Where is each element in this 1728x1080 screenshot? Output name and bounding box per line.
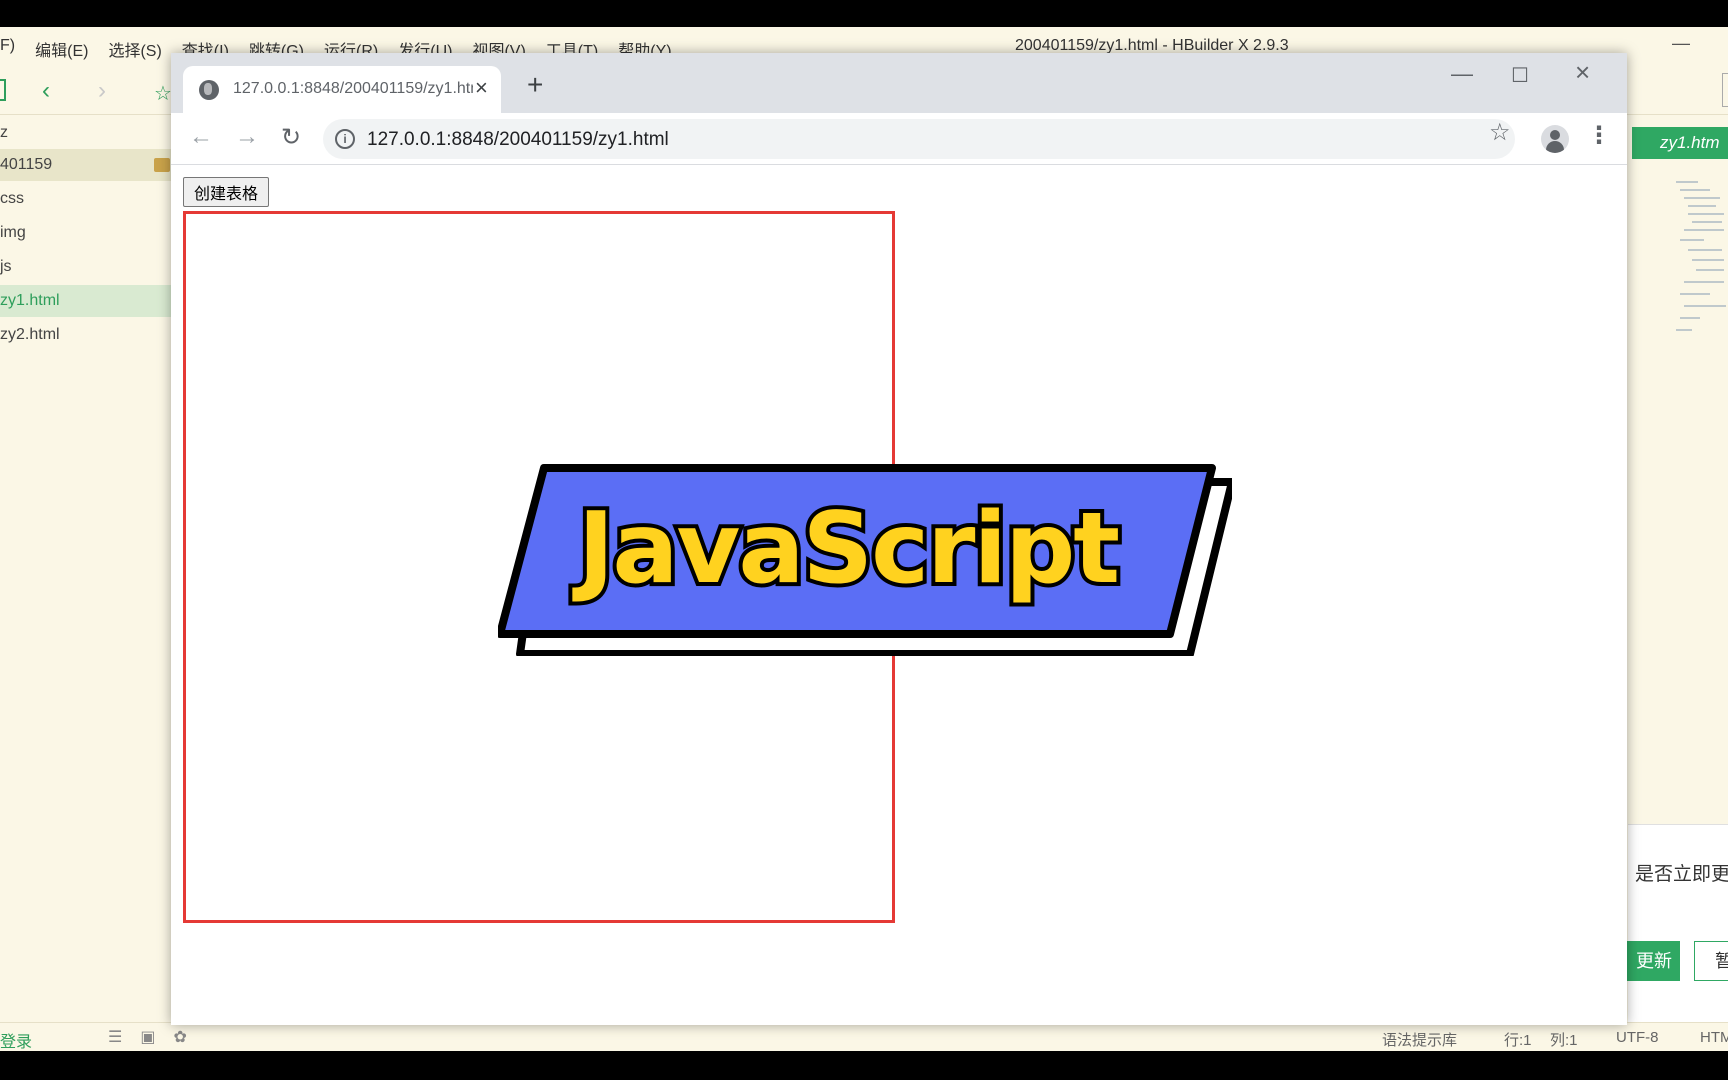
tree-project[interactable]: 401159 xyxy=(0,149,172,181)
maximize-icon[interactable]: ☐ xyxy=(1511,63,1529,88)
badge-label: JavaScript xyxy=(574,488,1124,610)
project-tree: z 401159 css img js zy1.html zy2.html xyxy=(0,115,172,1015)
back-icon[interactable]: ‹ xyxy=(42,77,50,105)
profile-icon[interactable] xyxy=(1541,125,1569,153)
login-link[interactable]: 登录 xyxy=(0,1028,32,1052)
update-button[interactable]: 更新 xyxy=(1620,941,1680,981)
url-text[interactable]: 127.0.0.1:8848/200401159/zy1.html xyxy=(367,129,669,151)
later-button[interactable]: 暂 xyxy=(1694,941,1728,981)
palette-icon[interactable]: ✿ xyxy=(173,1029,204,1046)
screen: F) 编辑(E) 选择(S) 查找(I) 跳转(G) 运行(R) 发行(U) 视图(V) 工具(… xyxy=(0,0,1728,1080)
globe-icon xyxy=(199,80,219,100)
tree-project-label: 401159 xyxy=(0,156,53,173)
list-icon[interactable]: ☰ xyxy=(108,1029,140,1046)
update-prompt: 是否立即更 xyxy=(1635,864,1728,885)
cursor-line: 行:1 xyxy=(1504,1032,1532,1049)
tree-root[interactable]: z xyxy=(0,117,172,149)
menu-item[interactable]: 编辑(E) xyxy=(35,37,88,61)
toolbar-box xyxy=(1722,73,1728,107)
new-tab-icon[interactable]: + xyxy=(527,69,543,101)
tab-strip: 127.0.0.1:8848/200401159/zy1.html × + — … xyxy=(171,53,1627,113)
forward-icon[interactable]: → xyxy=(235,123,259,151)
syntax-lib[interactable]: 语法提示库 xyxy=(1382,1029,1457,1050)
tree-folder-js[interactable]: js xyxy=(0,251,172,283)
tree-file-zy1[interactable]: zy1.html xyxy=(0,285,172,317)
folder-icon xyxy=(154,158,170,172)
tab-title: 127.0.0.1:8848/200401159/zy1.html xyxy=(233,80,473,97)
sidebar-toggle-icon[interactable] xyxy=(0,79,6,101)
terminal-icon[interactable]: ▣ xyxy=(140,1029,173,1046)
javascript-badge: JavaScript xyxy=(498,464,1232,656)
close-tab-icon[interactable]: × xyxy=(475,75,488,101)
cursor-col: 列:1 xyxy=(1550,1032,1578,1049)
tree-folder-img[interactable]: img xyxy=(0,217,172,249)
info-icon[interactable]: i xyxy=(335,129,355,149)
address-bar[interactable]: i 127.0.0.1:8848/200401159/zy1.html xyxy=(323,119,1515,159)
menu-item[interactable]: F) xyxy=(0,37,15,61)
browser-tab[interactable]: 127.0.0.1:8848/200401159/zy1.html × xyxy=(183,66,501,113)
editor-tab-zy1[interactable]: zy1.htm xyxy=(1632,127,1728,159)
reload-icon[interactable]: ↻ xyxy=(281,123,301,152)
minimap[interactable] xyxy=(1672,177,1728,377)
kebab-menu-icon[interactable]: ⋮ xyxy=(1587,121,1611,150)
minimize-icon[interactable]: — xyxy=(1451,61,1473,87)
letterbox-top xyxy=(0,0,1728,27)
update-panel xyxy=(1628,824,1728,1024)
bookmark-star-icon[interactable]: ☆ xyxy=(1489,118,1511,147)
star-icon[interactable]: ☆ xyxy=(154,81,172,106)
encoding[interactable]: UTF-8 xyxy=(1616,1029,1659,1046)
language[interactable]: HTM xyxy=(1700,1029,1728,1046)
minimize-icon[interactable]: — xyxy=(1672,33,1690,54)
status-icons: ☰▣✿ xyxy=(108,1027,205,1047)
create-table-button[interactable]: 创建表格 xyxy=(183,177,270,207)
close-window-icon[interactable]: × xyxy=(1575,57,1590,88)
letterbox-bottom xyxy=(0,1051,1728,1080)
forward-icon[interactable]: › xyxy=(98,77,106,105)
tree-folder-css[interactable]: css xyxy=(0,183,172,215)
tree-file-zy2[interactable]: zy2.html xyxy=(0,319,172,351)
menu-item[interactable]: 选择(S) xyxy=(108,37,161,61)
back-icon[interactable]: ← xyxy=(189,123,213,151)
statusbar: 登录 ☰▣✿ 语法提示库 行:1 列:1 UTF-8 HTM xyxy=(0,1022,1728,1051)
browser-toolbar: ← → ↻ i 127.0.0.1:8848/200401159/zy1.htm… xyxy=(171,113,1627,165)
